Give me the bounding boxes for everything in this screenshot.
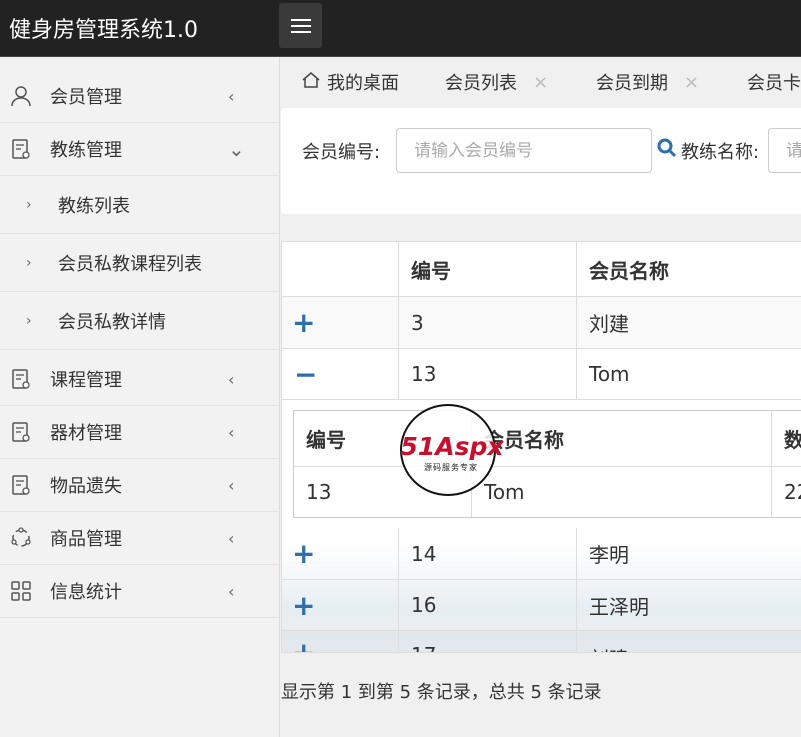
sidebar-item-goods[interactable]: 商品管理 ‹	[0, 512, 280, 565]
document-icon	[10, 368, 32, 390]
top-bar: 健身房管理系统1.0	[0, 0, 801, 57]
sidebar-item-label: 物品遗失	[50, 476, 122, 497]
detail-row: 13 Tom 22	[294, 467, 801, 517]
close-icon[interactable]: ×	[684, 72, 699, 93]
chevron-left-icon: ‹	[228, 422, 235, 442]
sidebar-subitem-label: 会员私教详情	[58, 311, 166, 333]
tab-member-expire[interactable]: 会员到期 ×	[596, 69, 699, 95]
sidebar-item-label: 教练管理	[50, 140, 122, 161]
recycle-icon	[10, 527, 32, 549]
tab-label: 会员到期	[596, 73, 668, 94]
chevron-left-icon: ‹	[228, 369, 235, 389]
detail-cell-extra: 22	[784, 480, 801, 504]
table-row: + 16 王泽明	[282, 580, 801, 631]
chevron-right-icon: ›	[26, 196, 32, 213]
cell-id: 17	[399, 631, 577, 652]
sidebar-item-member[interactable]: 会员管理 ‹	[0, 70, 280, 123]
hamburger-icon-line	[290, 18, 311, 21]
hamburger-icon-line	[290, 24, 311, 27]
sidebar-item-course[interactable]: 课程管理 ‹	[0, 353, 280, 406]
collapse-icon[interactable]: −	[282, 349, 399, 399]
cell-member-name: 李明	[589, 543, 629, 567]
sidebar-item-statistics[interactable]: 信息统计 ‹	[0, 565, 280, 618]
sidebar-subitem-coach-list[interactable]: › 教练列表	[0, 176, 280, 234]
detail-header-extra[interactable]: 数	[772, 411, 801, 466]
member-id-input[interactable]	[396, 128, 652, 173]
member-id-label: 会员编号:	[302, 142, 381, 163]
table-row: + 3 刘建	[282, 297, 801, 349]
document-icon	[10, 421, 32, 443]
tab-bar: 我的桌面 会员列表 × 会员到期 × 会员卡	[281, 57, 801, 105]
chevron-down-icon: ⌄	[228, 137, 245, 161]
detail-header-member-name[interactable]: 会员名称	[472, 411, 772, 466]
table-row: + 17 刘建	[282, 631, 801, 652]
menu-toggle-button[interactable]	[279, 3, 322, 48]
expand-icon[interactable]: +	[282, 580, 399, 630]
coach-name-input[interactable]	[768, 128, 801, 173]
member-table: 编号 会员名称 + 3 刘建 − 13 Tom 编号 会员名称 数 13 Tom…	[281, 241, 801, 653]
sidebar-item-coach[interactable]: 教练管理 ⌄	[0, 123, 280, 176]
expand-icon[interactable]: +	[282, 297, 399, 348]
table-row: − 13 Tom	[282, 349, 801, 400]
table-row: + 14 李明	[282, 528, 801, 580]
sidebar-subitem-label: 教练列表	[58, 195, 130, 217]
sidebar-item-label: 课程管理	[50, 370, 122, 391]
detail-cell-member-name: Tom	[472, 467, 772, 517]
sidebar-item-equipment[interactable]: 器材管理 ‹	[0, 406, 280, 459]
sidebar-item-label: 商品管理	[50, 529, 122, 550]
chevron-left-icon: ‹	[228, 581, 235, 601]
logo-text: 51Aspx	[400, 432, 504, 461]
table-header-row: 编号 会员名称	[282, 242, 801, 297]
cell-id: 13	[399, 349, 577, 399]
app-title: 健身房管理系统1.0	[9, 18, 198, 43]
chevron-right-icon: ›	[26, 254, 32, 271]
coach-name-label: 教练名称:	[681, 142, 760, 163]
chevron-right-icon: ›	[26, 312, 32, 329]
hamburger-icon-line	[290, 30, 311, 33]
sidebar-item-label: 信息统计	[50, 582, 122, 603]
home-icon	[301, 70, 321, 95]
sidebar-item-lost-items[interactable]: 物品遗失 ‹	[0, 459, 280, 512]
document-icon	[10, 474, 32, 496]
search-icon[interactable]	[657, 138, 677, 162]
sidebar-item-label: 会员管理	[50, 87, 122, 108]
chevron-left-icon: ‹	[228, 528, 235, 548]
cell-member-name: 刘建	[577, 631, 801, 652]
cell-id: 14	[399, 528, 577, 579]
cell-id: 16	[399, 580, 577, 630]
header-member-name[interactable]: 会员名称	[577, 242, 801, 296]
chevron-left-icon: ‹	[228, 86, 235, 106]
document-icon	[10, 138, 32, 160]
tab-label: 会员列表	[445, 73, 517, 94]
tab-label: 会员卡	[747, 73, 801, 94]
chevron-left-icon: ‹	[228, 475, 235, 495]
user-icon	[10, 85, 32, 107]
pagination-info: 显示第 1 到第 5 条记录，总共 5 条记录	[281, 682, 602, 703]
cell-id: 3	[399, 297, 577, 348]
sidebar: 会员管理 ‹ 教练管理 ⌄ › 教练列表 › 会员私教课程列表 › 会员私教详情…	[0, 57, 280, 737]
cell-member-name: 刘建	[589, 312, 629, 336]
watermark-logo: 51Aspx 源码服务专家	[400, 404, 504, 496]
header-id[interactable]: 编号	[399, 242, 577, 296]
expand-icon[interactable]: +	[282, 631, 399, 652]
cell-member-name: 王泽明	[589, 594, 649, 619]
tab-member-card[interactable]: 会员卡	[747, 69, 801, 95]
detail-subtable: 编号 会员名称 数 13 Tom 22	[293, 410, 801, 518]
cell-member-name: Tom	[589, 362, 630, 386]
close-icon[interactable]: ×	[533, 72, 548, 93]
tab-desktop[interactable]: 我的桌面	[301, 69, 399, 95]
sidebar-item-label: 器材管理	[50, 423, 122, 444]
sidebar-subitem-label: 会员私教课程列表	[58, 253, 202, 275]
search-panel: 会员编号: 教练名称:	[281, 108, 801, 214]
sidebar-subitem-private-course-list[interactable]: › 会员私教课程列表	[0, 234, 280, 292]
toggle-header-cell	[282, 242, 399, 296]
tab-label: 我的桌面	[327, 73, 399, 94]
logo-tagline: 源码服务专家	[424, 463, 478, 472]
tab-member-list[interactable]: 会员列表 ×	[445, 69, 548, 95]
detail-header-row: 编号 会员名称 数	[294, 411, 801, 467]
grid-icon	[10, 580, 32, 602]
expand-icon[interactable]: +	[282, 528, 399, 579]
sidebar-subitem-private-detail[interactable]: › 会员私教详情	[0, 292, 280, 350]
